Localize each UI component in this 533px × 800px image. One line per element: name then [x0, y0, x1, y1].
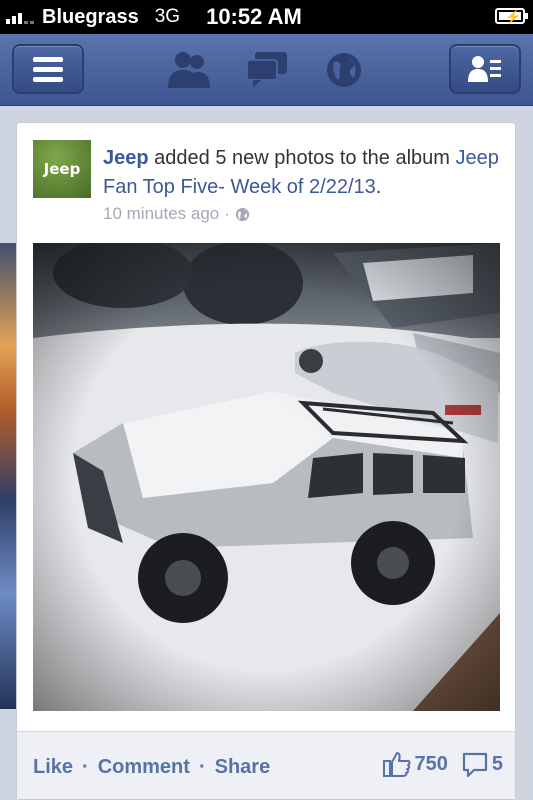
- signal-strength-icon: [6, 10, 34, 24]
- privacy-globe-icon: [235, 207, 249, 221]
- thumbs-up-icon: [382, 752, 410, 777]
- contacts-button[interactable]: [449, 44, 521, 94]
- like-link[interactable]: Like: [33, 756, 73, 779]
- status-time: 10:52 AM: [206, 4, 302, 29]
- status-bar: Bluegrass 3G 10:52 AM ⚡: [0, 0, 533, 34]
- story-actions: Like · Comment · Share: [33, 756, 270, 779]
- story-footer: Like · Comment · Share 750 5: [17, 731, 515, 799]
- story-text: Jeep added 5 new photos to the album Jee…: [103, 144, 503, 202]
- comment-bubble-icon: [462, 752, 487, 777]
- avatar-logo-text: Jeep: [43, 160, 81, 178]
- page-avatar[interactable]: Jeep: [33, 140, 91, 198]
- meta-separator: ·: [224, 204, 230, 223]
- actor-link[interactable]: Jeep: [103, 147, 149, 169]
- feed-story-card: Jeep Jeep added 5 new photos to the albu…: [16, 122, 516, 800]
- story-counts[interactable]: 750 5: [382, 751, 503, 777]
- likes-count: 750: [414, 752, 448, 775]
- globe-icon[interactable]: [324, 50, 364, 90]
- friends-icon[interactable]: [166, 50, 212, 90]
- battery-icon: ⚡: [495, 8, 528, 24]
- story-timestamp[interactable]: 10 minutes ago: [103, 204, 219, 224]
- story-action: added 5 new photos to the album: [148, 147, 456, 169]
- menu-icon: [33, 56, 63, 82]
- comments-count: 5: [491, 752, 503, 775]
- action-separator: ·: [82, 756, 89, 778]
- share-link[interactable]: Share: [215, 756, 271, 779]
- messages-icon[interactable]: [245, 50, 289, 90]
- carrier-name: Bluegrass: [42, 5, 139, 28]
- comment-link[interactable]: Comment: [98, 756, 190, 779]
- menu-button[interactable]: [12, 44, 84, 94]
- action-separator: ·: [198, 756, 206, 778]
- top-navbar: [0, 34, 533, 106]
- post-photo[interactable]: [33, 243, 500, 711]
- story-meta: 10 minutes ago ·: [103, 204, 250, 224]
- contacts-icon: [468, 56, 501, 82]
- album-suffix: .: [375, 176, 382, 198]
- network-type: 3G: [154, 6, 181, 27]
